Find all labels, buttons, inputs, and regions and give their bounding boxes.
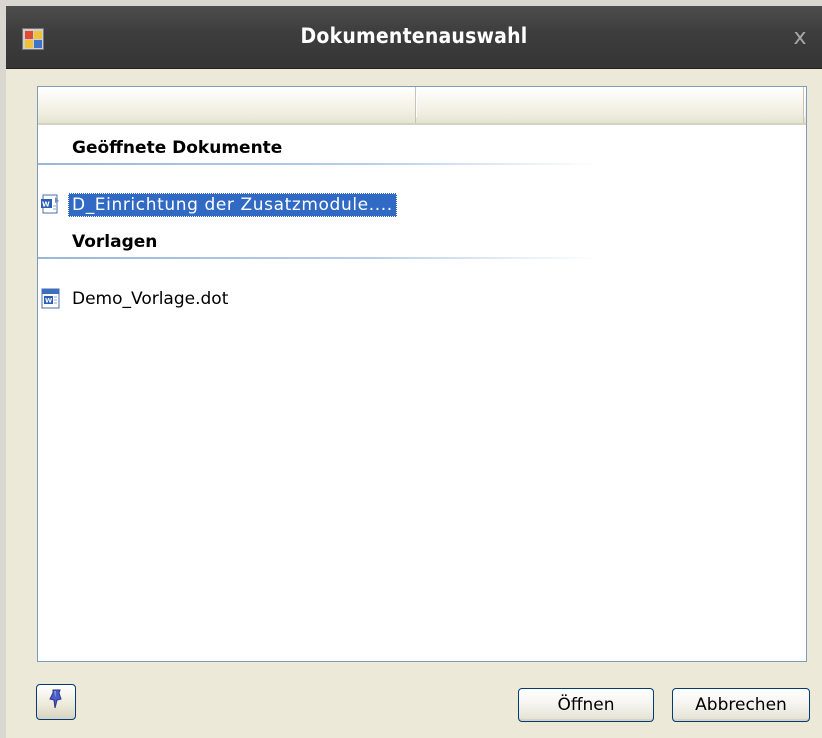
document-list[interactable]: Geöffnete Dokumente W D_Einrichtung der … bbox=[37, 86, 807, 662]
column-header-row bbox=[38, 87, 806, 125]
window-title: Dokumentenauswahl bbox=[300, 24, 528, 48]
cancel-button[interactable]: Abbrechen bbox=[672, 688, 810, 722]
svg-text:W: W bbox=[42, 201, 50, 209]
list-item-template[interactable]: W Demo_Vorlage.dot bbox=[40, 285, 232, 313]
title-bar[interactable]: Dokumentenauswahl x bbox=[6, 6, 822, 69]
pushpin-icon bbox=[46, 688, 66, 716]
dialog-window: Dokumentenauswahl x Geöffnete Dokumente … bbox=[6, 6, 822, 738]
close-icon[interactable]: x bbox=[788, 26, 812, 50]
column-header-1[interactable] bbox=[38, 87, 417, 123]
group-header-open-documents: Geöffnete Dokumente bbox=[72, 138, 283, 158]
group-divider bbox=[38, 163, 598, 165]
word-template-icon: W bbox=[40, 288, 62, 310]
list-item-label: D_Einrichtung der Zusatzmodule.... bbox=[68, 193, 397, 217]
word-document-icon: W bbox=[40, 194, 62, 216]
group-divider bbox=[38, 257, 598, 259]
group-header-templates: Vorlagen bbox=[72, 232, 158, 252]
svg-text:W: W bbox=[45, 297, 52, 305]
list-item-label: Demo_Vorlage.dot bbox=[72, 289, 229, 309]
open-button[interactable]: Öffnen bbox=[518, 688, 654, 722]
pin-button[interactable] bbox=[36, 684, 76, 720]
column-header-2[interactable] bbox=[416, 87, 805, 123]
list-item-open-document[interactable]: W D_Einrichtung der Zusatzmodule.... bbox=[40, 191, 397, 219]
